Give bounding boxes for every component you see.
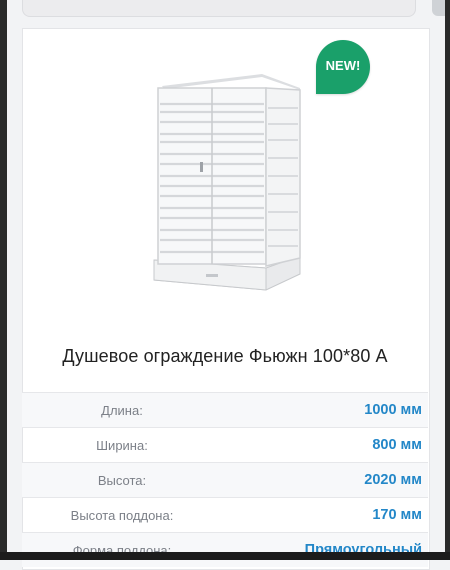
new-badge-label: NEW! [325, 57, 361, 73]
screen-edge-right [445, 0, 450, 560]
spec-table: Длина: 1000 мм Ширина: 800 мм Высота: 20… [22, 392, 428, 567]
spec-row-tray-height: Высота поддона: 170 мм [22, 497, 428, 532]
previous-card-bottom [22, 0, 416, 17]
spec-label: Высота поддона: [70, 507, 174, 523]
spec-value: 2020 мм [364, 472, 422, 488]
spec-label: Высота: [97, 472, 147, 488]
spec-label: Длина: [101, 402, 143, 418]
product-image[interactable] [148, 68, 308, 300]
new-badge: NEW! [316, 40, 370, 94]
screen-edge-bottom [0, 552, 450, 560]
screen-edge-left [0, 0, 7, 560]
spec-row-tray-shape: Форма поддона: Прямоугольный [22, 532, 428, 567]
spec-row-height: Высота: 2020 мм [22, 462, 428, 497]
spec-value: 800 мм [372, 437, 422, 453]
spec-value: 1000 мм [364, 402, 422, 418]
spec-row-width: Ширина: 800 мм [22, 427, 428, 462]
product-title[interactable]: Душевое ограждение Фьюжн 100*80 А [22, 346, 428, 367]
spec-label: Ширина: [96, 437, 148, 453]
spec-value: 170 мм [372, 507, 422, 523]
spec-row-length: Длина: 1000 мм [22, 392, 428, 427]
scroll-indicator [432, 0, 445, 16]
